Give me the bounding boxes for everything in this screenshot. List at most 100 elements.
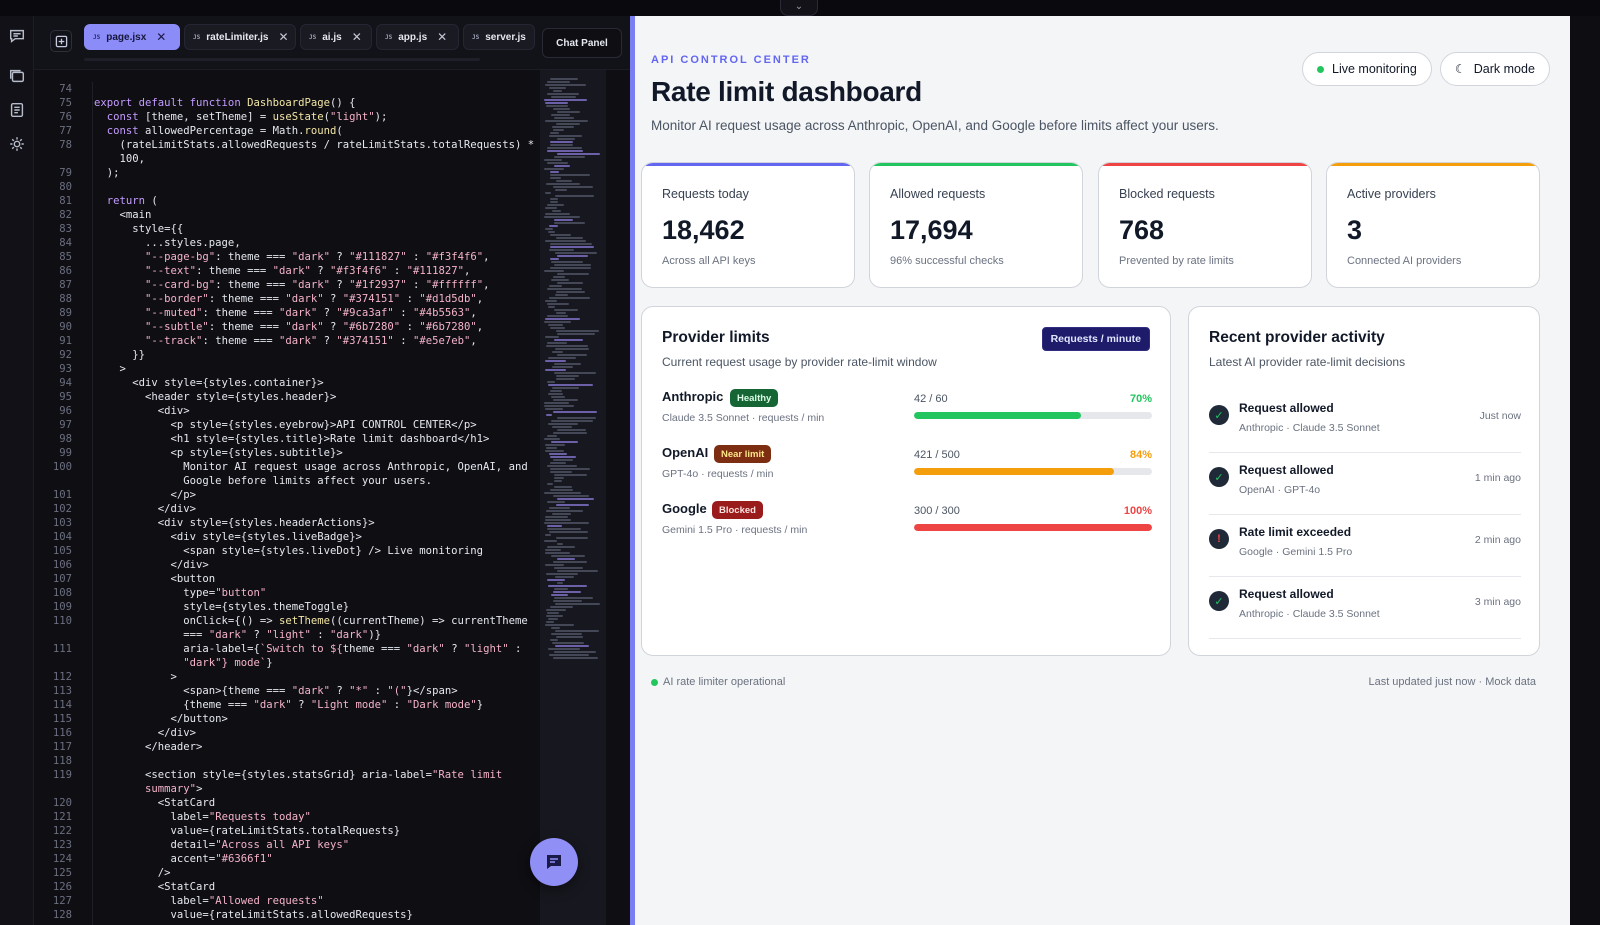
line-number: 110 (52, 615, 72, 627)
theme-toggle-label: Dark mode (1473, 62, 1535, 76)
code-text: (rateLimitStats.allowedRequests / rateLi… (94, 139, 535, 151)
code-line: 111 aria-label={`Switch to ${theme === "… (34, 642, 540, 656)
editor-scrollbar[interactable] (606, 70, 630, 925)
minimap-line (554, 264, 591, 266)
split-editor-button[interactable] (50, 30, 72, 52)
provider-name: Google (662, 501, 707, 516)
code-line: 120 <StatCard (34, 796, 540, 810)
code-text: "--track": theme === "dark" ? "#374151" … (145, 335, 477, 347)
code-line: Google before limits affect your users. (34, 474, 540, 488)
minimap-line (549, 285, 562, 287)
minimap-line (545, 624, 574, 626)
code-text: <button (94, 573, 216, 585)
tab-app-js[interactable]: JS app.js ✕ (376, 24, 459, 50)
code-area[interactable]: 74 75 export default function DashboardPag… (34, 82, 540, 925)
minimap-line (552, 126, 574, 128)
code-line: 109 style={styles.themeToggle} (34, 600, 540, 614)
theme-toggle-button[interactable]: ☾ Dark mode (1440, 52, 1550, 86)
code-line: 93 > (34, 362, 540, 376)
minimap-line (553, 561, 587, 563)
minimap-line (550, 246, 594, 248)
minimap-line (545, 549, 561, 551)
line-number: 106 (52, 559, 72, 571)
settings-icon[interactable] (7, 134, 27, 154)
activity-card: Recent provider activity Latest AI provi… (1188, 306, 1540, 656)
minimap-line (546, 345, 588, 347)
stat-label: Blocked requests (1119, 187, 1215, 201)
tab-ratelimiter-js[interactable]: JS rateLimiter.js ✕ (184, 24, 296, 50)
code-line: 118 (34, 754, 540, 768)
code-text: Monitor AI request usage across Anthropi… (94, 461, 528, 473)
code-text: </div> (94, 503, 197, 515)
minimap-line (556, 504, 589, 506)
minimap[interactable] (540, 70, 606, 925)
line-number: 82 (59, 209, 72, 221)
minimap-line (556, 537, 588, 539)
code-line: 123 detail="Across all API keys" (34, 838, 540, 852)
code-line: 103 <div style={styles.headerActions}> (34, 516, 540, 530)
activity-subtitle: Latest AI provider rate-limit decisions (1209, 355, 1406, 369)
minimap-line (554, 588, 568, 590)
tab-server-js[interactable]: JS server.js (463, 24, 535, 50)
minimap-line (544, 270, 564, 272)
status-dot-icon (651, 678, 658, 686)
stat-accent-bar (1099, 163, 1311, 166)
tab-scrollbar[interactable] (84, 58, 480, 61)
code-line: 78 (rateLimitStats.allowedRequests / rat… (34, 138, 540, 152)
files-icon[interactable] (7, 66, 27, 86)
provider-row: Anthropic Healthy Claude 3.5 Sonnet · requ… (662, 389, 1152, 433)
line-number: 105 (52, 545, 72, 557)
minimap-line (555, 348, 589, 350)
status-badge: Near limit (714, 445, 772, 463)
minimap-line (548, 393, 563, 395)
code-text: <div> (94, 405, 190, 417)
code-text: </div> (94, 559, 209, 571)
close-icon[interactable]: ✕ (279, 30, 289, 44)
code-text: === "dark" ? "light" : "dark")} (94, 629, 382, 641)
tab-page-jsx[interactable]: JS page.jsx ✕ (84, 24, 180, 50)
chat-icon[interactable] (7, 26, 27, 46)
provider-model: Gemini 1.5 Pro · requests / min (662, 524, 808, 536)
close-icon[interactable]: ✕ (437, 30, 447, 44)
minimap-line (548, 357, 576, 359)
code-text: type="button" (94, 587, 267, 599)
minimap-line (548, 384, 593, 386)
tab-label: app.js (398, 31, 428, 43)
minimap-line (550, 267, 591, 269)
close-icon[interactable]: ✕ (352, 30, 362, 44)
tab-ai-js[interactable]: JS ai.js ✕ (300, 24, 372, 50)
close-icon[interactable]: ✕ (156, 30, 166, 44)
minimap-line (551, 279, 569, 281)
moon-icon: ☾ (1455, 62, 1466, 76)
minimap-line (545, 207, 557, 209)
line-number: 76 (59, 111, 72, 123)
code-line: 115 </button> (34, 712, 540, 726)
line-number: 114 (52, 699, 72, 711)
minimap-line (550, 141, 573, 143)
line-number: 122 (52, 825, 72, 837)
chat-fab-button[interactable] (530, 838, 578, 886)
code-line: 100, (34, 152, 540, 166)
code-text: "--border": theme === "dark" ? "#374151"… (145, 293, 484, 305)
minimap-line (555, 189, 567, 191)
code-line: 126 <StatCard (34, 880, 540, 894)
line-number: 112 (52, 671, 72, 683)
document-icon[interactable] (7, 100, 27, 120)
code-text: export default function DashboardPage() … (94, 97, 356, 109)
status-footer: AI rate limiter operational (651, 676, 785, 688)
minimap-line (549, 249, 574, 251)
chat-panel-button[interactable]: Chat Panel (542, 28, 622, 58)
collapse-toggle[interactable]: ⌄ (780, 0, 818, 16)
eyebrow: API CONTROL CENTER (651, 54, 811, 66)
code-text: style={{ (94, 223, 184, 235)
code-text: label="Allowed requests" (94, 895, 324, 907)
stat-value: 768 (1119, 215, 1165, 245)
minimap-line (547, 483, 553, 485)
minimap-line (548, 306, 555, 308)
code-line: 101 </p> (34, 488, 540, 502)
minimap-line (556, 636, 583, 638)
minimap-line (549, 225, 558, 227)
preview-panel: API CONTROL CENTER Rate limit dashboard … (630, 16, 1570, 925)
alert-icon: ! (1209, 529, 1229, 549)
activity-title: Recent provider activity (1209, 329, 1385, 346)
